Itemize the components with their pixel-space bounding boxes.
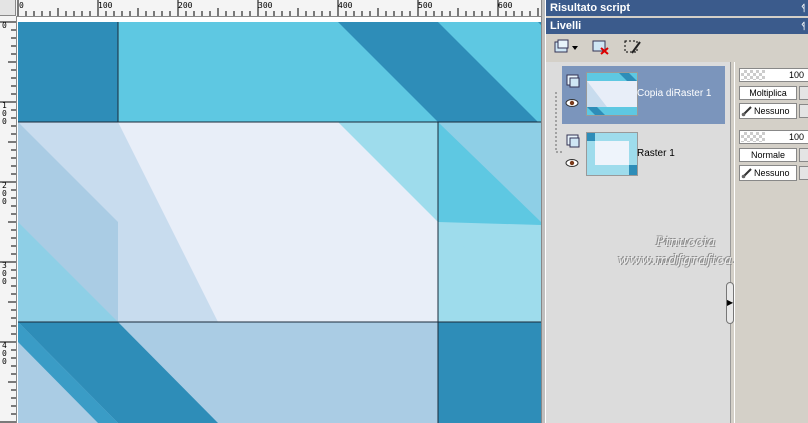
layer-name: Raster 1 xyxy=(637,148,675,159)
ruler-top-label: 600 xyxy=(498,1,513,10)
layers-toolbar xyxy=(546,34,808,60)
ruler-top-label: 500 xyxy=(418,1,433,10)
layer-thumbnail xyxy=(586,72,638,116)
blend-mode-value: Moltiplica xyxy=(749,88,787,98)
transparency-checker-icon xyxy=(741,132,765,142)
layer-properties-block: 100 Moltiplica Nessuno xyxy=(739,62,808,120)
ruler-top-ticks xyxy=(17,0,539,16)
ruler-top-label: 100 xyxy=(98,1,113,10)
new-layer-button[interactable] xyxy=(552,37,580,57)
layer-name: Copia diRaster 1 xyxy=(637,88,712,99)
layer-thumbnail xyxy=(586,132,638,176)
delete-layer-button[interactable] xyxy=(590,37,612,57)
opacity-value: 100 xyxy=(788,70,804,80)
layer-composite-image[interactable] xyxy=(18,22,541,423)
eye-visibility-icon[interactable] xyxy=(565,158,579,168)
ruler-top-label: 0 xyxy=(19,1,24,10)
mask-value: Nessuno xyxy=(754,106,790,116)
right-panels: Risultato script ᛩ Livelli ᛩ Copia diRas… xyxy=(546,0,808,423)
layer-properties-block: 100 Normale Nessuno xyxy=(739,124,808,182)
layer-type-icon xyxy=(566,74,580,88)
ruler-left-label: 0 xyxy=(2,21,7,30)
brush-icon xyxy=(741,106,752,117)
expand-arrow-icon[interactable]: ▶ xyxy=(726,282,734,324)
layer-item[interactable]: Raster 1 xyxy=(562,126,725,184)
blend-mode-dropdown[interactable]: Moltiplica xyxy=(739,86,797,100)
mask-dropdown[interactable]: Nessuno xyxy=(739,165,797,181)
image-canvas-area[interactable]: 0 100 200 300 400 500 600 0 1 0 0 2 0 0 … xyxy=(0,0,541,423)
mask-value: Nessuno xyxy=(754,168,790,178)
ruler-left-label: 2 0 0 xyxy=(2,181,7,206)
ruler-left: 0 1 0 0 2 0 0 3 0 0 4 0 0 xyxy=(0,16,17,423)
transparency-checker-icon xyxy=(741,70,765,80)
top-left-dark-block xyxy=(18,22,118,122)
ruler-corner xyxy=(0,0,16,16)
ruler-top: 0 100 200 300 400 500 600 xyxy=(16,0,541,17)
selection-tool-button[interactable] xyxy=(622,37,644,57)
mask-dropdown[interactable]: Nessuno xyxy=(739,103,797,119)
pin-icon[interactable]: ᛩ xyxy=(801,18,806,34)
opacity-field[interactable]: 100 xyxy=(739,68,808,82)
layer-item[interactable]: Copia diRaster 1 xyxy=(562,66,725,124)
opacity-value: 100 xyxy=(788,132,804,142)
delete-layer-icon xyxy=(592,40,609,55)
new-layer-icon xyxy=(554,39,578,53)
layers-list[interactable]: Copia diRaster 1 Raster 1 Pinuccia www.m… xyxy=(546,62,754,423)
layer-properties: 100 Moltiplica Nessuno 100 Normale Nessu… xyxy=(734,62,808,423)
blend-mode-dropdown[interactable]: Normale xyxy=(739,148,797,162)
bottom-right-dark-block xyxy=(438,322,541,423)
script-output-label: Risultato script xyxy=(550,2,631,14)
brush-icon xyxy=(741,168,752,179)
layers-panel-title[interactable]: Livelli ᛩ xyxy=(546,18,808,34)
mask-side-button[interactable] xyxy=(799,104,808,118)
ruler-top-label: 400 xyxy=(338,1,353,10)
layer-type-icon xyxy=(566,134,580,148)
blend-mode-side-button[interactable] xyxy=(799,86,808,100)
layers-panel-label: Livelli xyxy=(550,20,582,32)
ruler-left-label: 4 0 0 xyxy=(2,341,7,366)
selection-icon xyxy=(624,40,641,54)
pin-icon[interactable]: ᛩ xyxy=(801,0,806,16)
ruler-top-label: 300 xyxy=(258,1,273,10)
eye-visibility-icon[interactable] xyxy=(565,98,579,108)
blend-mode-side-button[interactable] xyxy=(799,148,808,162)
ruler-left-label: 1 0 0 xyxy=(2,101,7,126)
script-output-title[interactable]: Risultato script ᛩ xyxy=(546,0,808,16)
ruler-top-label: 200 xyxy=(178,1,193,10)
ruler-left-label: 3 0 0 xyxy=(2,261,7,286)
opacity-field[interactable]: 100 xyxy=(739,130,808,144)
mask-side-button[interactable] xyxy=(799,166,808,180)
blend-mode-value: Normale xyxy=(750,150,785,160)
